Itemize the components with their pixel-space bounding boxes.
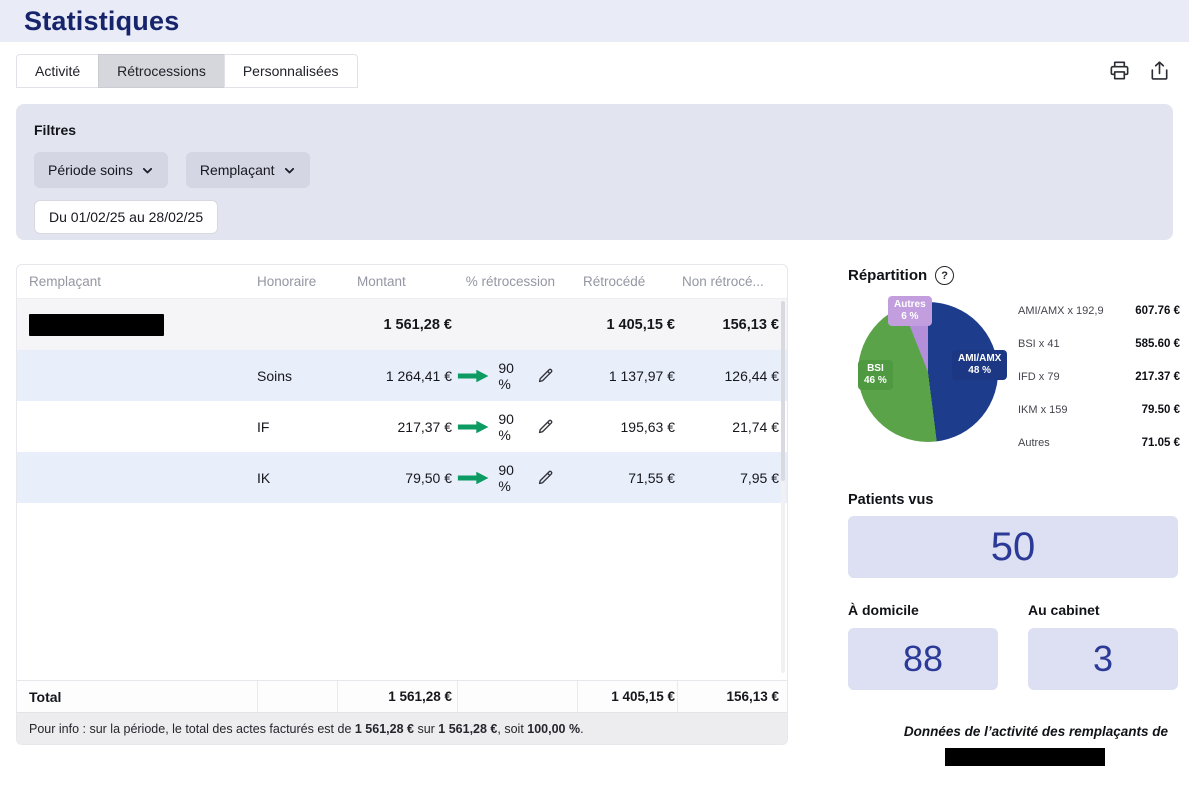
summary-non-retrocede: 156,13 € <box>677 317 787 333</box>
retrocede-value: 71,55 € <box>577 470 677 486</box>
patients-vus-label: Patients vus <box>848 492 933 508</box>
pencil-icon <box>536 468 555 487</box>
table-body: 1 561,28 € 1 405,15 € 156,13 € Soins 1 2… <box>17 299 787 680</box>
filters-panel: Filtres Période soins Remplaçant Du 01/0… <box>16 104 1173 240</box>
total-montant: 1 561,28 € <box>337 681 457 712</box>
legend-item: IFD x 79 217.37 € <box>1018 360 1180 393</box>
a-domicile-value: 88 <box>848 628 998 690</box>
non-retrocede-value: 7,95 € <box>677 470 787 486</box>
repartition-header: Répartition ? <box>848 266 954 285</box>
retrocessions-table: Remplaçant Honoraire Montant % rétrocess… <box>16 264 788 745</box>
col-non-retrocede: Non rétrocé... <box>677 274 787 289</box>
filters-dropdowns: Période soins Remplaçant <box>34 152 1155 188</box>
table-row-soins: Soins 1 264,41 € 90 % 1 137,97 € 126,44 … <box>17 350 787 401</box>
legend-item: Autres 71.05 € <box>1018 426 1180 459</box>
tabs-row: Activité Rétrocessions Personnalisées <box>0 54 1189 90</box>
col-pct-retrocession: % rétrocession <box>457 274 577 289</box>
legend-item: BSI x 41 585.60 € <box>1018 327 1180 360</box>
table-row-if: IF 217,37 € 90 % 195,63 € 21,74 € <box>17 401 787 452</box>
table-row-summary: 1 561,28 € 1 405,15 € 156,13 € <box>17 299 787 350</box>
pct-value: 90 % <box>498 462 527 494</box>
tab-retrocessions[interactable]: Rétrocessions <box>98 54 225 88</box>
tab-activite[interactable]: Activité <box>16 54 99 88</box>
summary-montant: 1 561,28 € <box>337 317 457 333</box>
chevron-down-icon <box>141 164 154 177</box>
total-label: Total <box>17 681 257 712</box>
edit-pct-button[interactable] <box>536 417 555 436</box>
tab-personnalisees[interactable]: Personnalisées <box>224 54 358 88</box>
green-arrow-icon <box>457 470 489 486</box>
col-retrocede: Rétrocédé <box>577 274 677 289</box>
montant-value: 1 264,41 € <box>337 368 457 384</box>
non-retrocede-value: 126,44 € <box>677 368 787 384</box>
pct-value: 90 % <box>498 411 527 443</box>
periode-soins-dropdown[interactable]: Période soins <box>34 152 168 188</box>
tabs: Activité Rétrocessions Personnalisées <box>16 54 358 88</box>
export-button[interactable] <box>1145 56 1173 84</box>
repartition-legend: AMI/AMX x 192,9 607.76 € BSI x 41 585.60… <box>1018 294 1180 459</box>
total-non-retrocede: 156,13 € <box>677 681 787 712</box>
total-retrocede: 1 405,15 € <box>577 681 677 712</box>
honoraire-label: IF <box>257 419 337 435</box>
honoraire-label: Soins <box>257 368 337 384</box>
pencil-icon <box>536 417 555 436</box>
chevron-down-icon <box>283 164 296 177</box>
page-title: Statistiques <box>24 6 179 37</box>
export-icon <box>1148 59 1171 82</box>
side-panel: Répartition ? Autres 6 % AMI/AMX 48 % BS… <box>848 264 1180 793</box>
green-arrow-icon <box>457 419 489 435</box>
col-montant: Montant <box>337 274 457 289</box>
redacted-remplacant-name <box>29 314 164 336</box>
remplacant-label: Remplaçant <box>200 162 275 178</box>
col-honoraire: Honoraire <box>257 274 337 289</box>
print-button[interactable] <box>1105 56 1133 84</box>
legend-item: IKM x 159 79.50 € <box>1018 393 1180 426</box>
slice-label-bsi: BSI 46 % <box>858 360 893 390</box>
au-cabinet-label: Au cabinet <box>1028 602 1100 618</box>
statistics-page: Statistiques Activité Rétrocessions Pers… <box>0 0 1189 793</box>
non-retrocede-value: 21,74 € <box>677 419 787 435</box>
au-cabinet-value: 3 <box>1028 628 1178 690</box>
retrocede-value: 195,63 € <box>577 419 677 435</box>
honoraire-label: IK <box>257 470 337 486</box>
redacted-footer-name <box>945 748 1105 766</box>
help-icon[interactable]: ? <box>935 266 954 285</box>
patients-vus-value: 50 <box>848 516 1178 578</box>
legend-item: AMI/AMX x 192,9 607.76 € <box>1018 294 1180 327</box>
col-remplacant: Remplaçant <box>17 274 257 289</box>
retrocede-value: 1 137,97 € <box>577 368 677 384</box>
print-icon <box>1108 59 1131 82</box>
pct-value: 90 % <box>498 360 527 392</box>
table-footnote: Pour info : sur la période, le total des… <box>17 712 787 744</box>
table-scrollbar[interactable] <box>781 301 785 673</box>
header-actions <box>1105 56 1173 84</box>
table-row-ik: IK 79,50 € 90 % 71,55 € 7,95 € <box>17 452 787 503</box>
summary-retrocede: 1 405,15 € <box>577 317 677 333</box>
edit-pct-button[interactable] <box>536 366 555 385</box>
date-range-button[interactable]: Du 01/02/25 au 28/02/25 <box>34 200 218 234</box>
montant-value: 217,37 € <box>337 419 457 435</box>
repartition-title: Répartition <box>848 267 927 284</box>
page-header: Statistiques <box>0 0 1189 42</box>
pencil-icon <box>536 366 555 385</box>
side-footer-note: Données de l’activité des remplaçants de <box>848 724 1168 739</box>
filters-title: Filtres <box>34 122 1155 138</box>
montant-value: 79,50 € <box>337 470 457 486</box>
scrollbar-thumb[interactable] <box>781 301 785 481</box>
table-header-row: Remplaçant Honoraire Montant % rétrocess… <box>17 265 787 299</box>
table-total-row: Total 1 561,28 € 1 405,15 € 156,13 € <box>17 680 787 712</box>
edit-pct-button[interactable] <box>536 468 555 487</box>
remplacant-dropdown[interactable]: Remplaçant <box>186 152 310 188</box>
green-arrow-icon <box>457 368 489 384</box>
a-domicile-label: À domicile <box>848 602 919 618</box>
slice-label-ami-amx: AMI/AMX 48 % <box>952 350 1007 380</box>
repartition-chart: Autres 6 % AMI/AMX 48 % BSI 46 % <box>852 296 1012 448</box>
slice-label-autres: Autres 6 % <box>888 296 932 326</box>
periode-soins-label: Période soins <box>48 162 133 178</box>
